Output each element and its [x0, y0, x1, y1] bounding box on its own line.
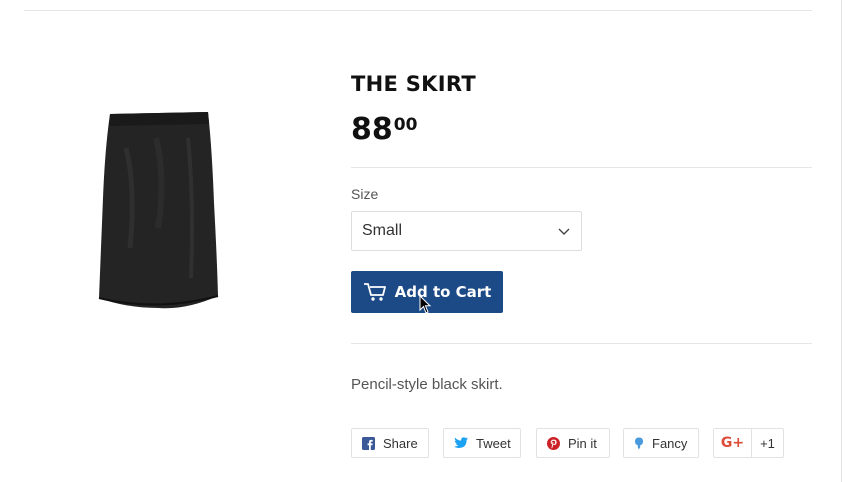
- divider: [351, 343, 812, 344]
- price-cents: 00: [393, 115, 418, 135]
- header-divider: [24, 10, 812, 11]
- fancy-button[interactable]: Fancy: [623, 428, 699, 458]
- add-to-cart-label: Add to Cart: [394, 283, 492, 301]
- chevron-down-icon: [558, 228, 570, 235]
- cart-icon: [363, 283, 386, 301]
- size-select[interactable]: Small: [351, 211, 582, 251]
- facebook-share-button[interactable]: Share: [351, 428, 429, 458]
- twitter-tweet-label: Tweet: [476, 435, 511, 451]
- page-edge: [841, 0, 842, 482]
- product-price: 88 00: [351, 111, 417, 149]
- fancy-icon: [634, 437, 644, 450]
- fancy-label: Fancy: [652, 435, 688, 451]
- google-plus-count: +1: [760, 435, 775, 451]
- size-label: Size: [351, 186, 379, 202]
- product-title: THE SKIRT: [351, 72, 477, 96]
- pinterest-pin-label: Pin it: [568, 435, 597, 451]
- pinterest-pin-button[interactable]: Pin it: [536, 428, 610, 458]
- price-main: 88: [351, 112, 393, 147]
- pinterest-icon: [547, 436, 560, 450]
- google-plus-icon: G+: [714, 429, 752, 457]
- product-description: Pencil-style black skirt.: [351, 376, 503, 393]
- twitter-tweet-button[interactable]: Tweet: [443, 428, 521, 458]
- product-image: [98, 112, 219, 309]
- google-plus-button[interactable]: G+ +1: [713, 428, 784, 458]
- facebook-share-label: Share: [383, 435, 418, 451]
- size-select-value: Small: [362, 222, 403, 239]
- twitter-icon: [454, 437, 468, 449]
- mouse-cursor-icon: [419, 295, 432, 314]
- facebook-icon: [362, 436, 375, 450]
- divider: [351, 167, 812, 168]
